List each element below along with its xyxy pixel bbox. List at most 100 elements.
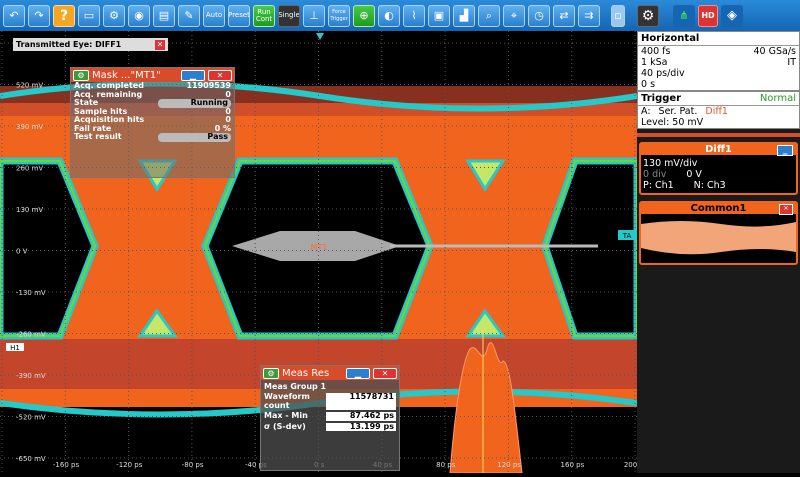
meas-result-row: σ (S-dev) 13.199 ps	[261, 422, 399, 433]
x-tick-label: -120 ps	[116, 461, 143, 469]
eye-button[interactable]: ◐	[378, 4, 400, 27]
minimize-icon: ▁	[354, 368, 362, 378]
common1-close-button[interactable]: ✕	[779, 204, 793, 215]
x-tick-label: 160 ps	[561, 461, 585, 469]
force-trigger-label: Force Trigger	[330, 8, 348, 22]
single-button[interactable]: Single	[278, 4, 300, 27]
waveform-diagram[interactable]: 650 mV520 mV390 mV260 mV130 mV0 V-130 mV…	[0, 31, 648, 474]
horizontal-sample-rate: 40 GSa/s	[753, 46, 796, 57]
toolbar-scroll-button[interactable]: ▫	[611, 4, 625, 27]
timer-button[interactable]: ◷	[528, 4, 550, 27]
gear-icon: ⚙	[641, 7, 655, 24]
diagram-tab-title: Transmitted Eye: DIFF1	[16, 40, 122, 49]
search-button[interactable]: ⌕	[478, 4, 500, 27]
undo-button[interactable]: ↶	[3, 4, 25, 27]
horizontal-scale: 40 ps/div	[641, 68, 685, 79]
mask-results-list: Acq. completed 11909539 Acq. remaining 0 Sta…	[71, 81, 234, 142]
meas-minimize-button[interactable]: ▁	[346, 367, 370, 379]
mask-close-button[interactable]: ✕	[208, 69, 232, 81]
zoom-button[interactable]: ⊕	[353, 4, 375, 27]
horizontal-timebase: 400 fs	[641, 46, 671, 57]
mask-minimize-button[interactable]: ▁	[181, 69, 205, 81]
protocol-button[interactable]: ⇄	[553, 4, 575, 27]
diff1-n: N: Ch3	[693, 180, 726, 191]
meas-group-label: Meas Group 1	[264, 382, 327, 391]
redo-button[interactable]: ↷	[28, 4, 50, 27]
sidebar: Horizontal 400 fs 40 GSa/s 1 kSa IT 40 ps/…	[637, 31, 800, 473]
diff1-title: Diff1	[705, 144, 732, 155]
scroll-icon: ▫	[614, 9, 622, 22]
measure-button[interactable]: ⌇	[403, 4, 425, 27]
diff1-p: P: Ch1	[643, 180, 674, 191]
reference-button[interactable]: ⇉	[578, 4, 600, 27]
horizontal-position: 0 s	[641, 79, 656, 90]
meas-results-list: Waveform count 11578731 Max - Min 87.462 ps…	[261, 392, 399, 432]
help-button[interactable]: ?	[53, 4, 75, 27]
save-setup-button[interactable]: ⚙	[103, 4, 125, 27]
run-cont-button[interactable]: Run Cont	[253, 4, 275, 27]
cursor-button[interactable]: ⌖	[503, 4, 525, 27]
trigger-title: Trigger	[641, 93, 682, 104]
wizard-icon: ✎	[184, 9, 194, 22]
meas-result-row: Waveform count 11578731	[261, 392, 399, 411]
meas-close-button[interactable]: ✕	[373, 367, 397, 379]
common1-panel[interactable]: Common1 ✕	[639, 201, 798, 265]
report-button[interactable]: ▤	[153, 4, 175, 27]
separator	[637, 133, 800, 140]
mask-icon: ▣	[433, 9, 445, 22]
diagram-tab[interactable]: Transmitted Eye: DIFF1 ✕	[13, 38, 168, 51]
y-tick-label: -520 mV	[16, 414, 46, 422]
horizontal-record-length: 1 kSa	[641, 57, 668, 68]
screenshot-button[interactable]: ◉	[128, 4, 150, 27]
preset-button[interactable]: Preset	[228, 4, 250, 27]
mask-result-row: Test result Pass	[71, 132, 234, 142]
eye-icon: ◐	[384, 9, 394, 22]
diff1-offset: 0 div	[643, 169, 667, 180]
trigger-panel[interactable]: Trigger Normal A: Ser. Pat. Diff1 Level: 50…	[637, 91, 800, 129]
diff1-panel[interactable]: Diff1 ▁ 130 mV/div 0 div 0 V P: Ch1 N: Ch3	[639, 142, 798, 195]
meas-window-title: Meas Res	[282, 367, 330, 379]
mask-button[interactable]: ▣	[428, 4, 450, 27]
x-tick-label: 80 ps	[436, 461, 456, 469]
mask-result-value: 11909539	[186, 81, 231, 90]
meas-result-label: σ (S-dev)	[264, 421, 306, 431]
x-tick-label: -80 ps	[182, 461, 204, 469]
hd-button[interactable]: HD	[698, 4, 718, 27]
wizard-button[interactable]: ✎	[178, 4, 200, 27]
force-trigger-button[interactable]: Force Trigger	[328, 4, 350, 27]
meas-result-value: 13.199 ps	[326, 422, 396, 431]
undo-icon: ↶	[9, 9, 19, 22]
mask-result-label: Test result	[74, 132, 122, 141]
measure-icon: ⌇	[411, 9, 417, 22]
histogram-button[interactable]: ▟	[453, 4, 475, 27]
diff1-minimize-button[interactable]: ▁	[777, 145, 793, 156]
meas-result-window[interactable]: ⚙ Meas Res ▁ ✕ Meas Group 1 Waveform cou…	[260, 365, 400, 471]
y-tick-label: 260 mV	[16, 165, 43, 173]
horizontal-panel[interactable]: Horizontal 400 fs 40 GSa/s 1 kSa IT 40 ps/…	[637, 31, 800, 91]
close-icon: ✕	[216, 70, 224, 80]
mask-result-window[interactable]: ⚙ Mask ..."MT1" ▁ ✕ Acq. completed 119095…	[70, 67, 235, 178]
meas-window-titlebar: ⚙ Meas Res ▁ ✕	[261, 366, 399, 380]
mask-window-title: Mask ..."MT1"	[92, 69, 161, 81]
horizontal-title: Horizontal	[638, 32, 799, 46]
meas-settings-button[interactable]: ⚙	[263, 367, 279, 379]
save-setup-icon: ⚙	[109, 9, 119, 22]
y-tick-label: -260 mV	[16, 331, 46, 339]
meas-result-value: 11578731	[326, 392, 396, 410]
trigger-source: Diff1	[705, 106, 728, 117]
network-button[interactable]: ⋔	[673, 4, 695, 27]
settings-button[interactable]: ⚙	[637, 4, 659, 27]
autoset-button[interactable]: Auto	[203, 4, 225, 27]
mask-settings-button[interactable]: ⚙	[73, 69, 89, 81]
histogram-icon: ▟	[459, 9, 469, 22]
trigger-type: Ser. Pat.	[658, 106, 698, 117]
h1-label: H1	[10, 344, 20, 352]
trigger-edge-button[interactable]: ⊥	[303, 4, 325, 27]
close-icon: ✕	[783, 205, 789, 212]
diff1-header: Diff1 ▁	[641, 144, 796, 156]
close-icon[interactable]: ✕	[155, 39, 165, 50]
meas-result-row: Max - Min 87.462 ps	[261, 411, 399, 422]
open-folder-button[interactable]: ▭	[78, 4, 100, 27]
redo-icon: ↷	[34, 9, 44, 22]
toolbar: ↶ ↷ ? ▭ ⚙ ◉ ▤ ✎ Auto Preset Run Cont Sing…	[0, 0, 800, 31]
